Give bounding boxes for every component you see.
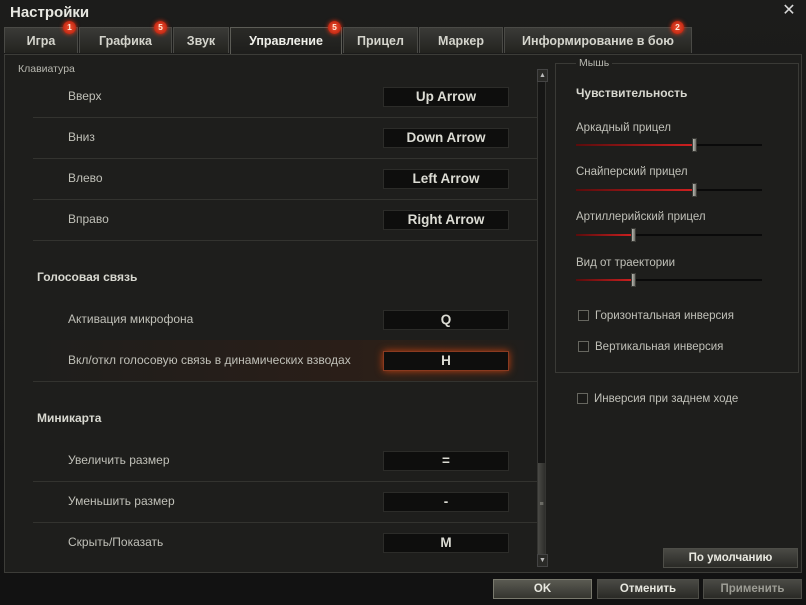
tab-game[interactable]: Игра 1 (4, 21, 78, 53)
keybind-label: Вниз (68, 130, 95, 144)
tab-label: Звук (186, 34, 216, 48)
keybind-label: Вкл/откл голосовую связь в динамических … (68, 353, 351, 367)
keybind-box[interactable]: M (383, 533, 509, 553)
grip-icon: ≡ (539, 501, 544, 508)
keybind-label: Влево (68, 171, 103, 185)
keybind-box[interactable]: H (383, 351, 509, 371)
keyboard-scrollbar[interactable]: ▲ ≡ ▼ (537, 69, 548, 567)
tab-badge: 1 (63, 21, 76, 34)
scroll-down-icon[interactable]: ▼ (537, 554, 548, 567)
keybind-row: Активация микрофона Q (33, 299, 538, 341)
tab-marker[interactable]: Маркер (419, 27, 503, 53)
trajectory-sensitivity-slider[interactable] (576, 273, 762, 287)
keybind-row: Скрыть/Показать M (33, 522, 538, 563)
slider-label: Аркадный прицел (576, 122, 671, 134)
keybind-row: Увеличить размер = (33, 440, 538, 482)
keybind-row: Вверх Up Arrow (33, 76, 538, 118)
tab-battle-notifications[interactable]: Информирование в бою 2 (504, 21, 692, 53)
tab-label: Прицел (357, 34, 404, 48)
keybind-label: Вправо (68, 212, 109, 226)
keybind-box[interactable]: Q (383, 310, 509, 330)
window-title: Настройки (10, 4, 90, 21)
keybind-box[interactable]: - (383, 492, 509, 512)
keybind-row: Вниз Down Arrow (33, 117, 538, 159)
tab-badge: 5 (328, 21, 341, 34)
reverse-inversion-checkbox[interactable]: Инверсия при заднем ходе (577, 393, 738, 405)
artillery-sensitivity-slider[interactable] (576, 228, 762, 242)
keybind-box[interactable]: Right Arrow (383, 210, 509, 230)
slider-label: Снайперский прицел (576, 166, 688, 178)
checkbox-label: Инверсия при заднем ходе (594, 393, 739, 405)
checkbox-box[interactable] (578, 341, 589, 353)
tab-sound[interactable]: Звук (173, 27, 229, 53)
ok-button[interactable]: OK (493, 579, 592, 599)
keybind-label: Активация микрофона (68, 312, 194, 326)
tab-badge: 2 (671, 21, 684, 34)
slider-handle[interactable] (631, 228, 636, 242)
keybind-box[interactable]: Down Arrow (383, 128, 509, 148)
tab-graphics[interactable]: Графика 5 (79, 21, 172, 53)
keybind-row-highlighted: Вкл/откл голосовую связь в динамических … (33, 340, 538, 382)
settings-window: Настройки ✕ Игра 1 Графика 5 Звук Управл… (0, 0, 806, 605)
horizontal-inversion-checkbox[interactable]: Горизонтальная инверсия (578, 310, 734, 322)
sniper-sensitivity-slider[interactable] (576, 183, 762, 197)
slider-label: Артиллерийский прицел (576, 211, 706, 223)
tab-label: Информирование в бою (522, 34, 674, 48)
mouse-panel: Мышь Чувствительность Аркадный прицел Сн… (555, 57, 799, 373)
close-icon[interactable]: ✕ (780, 2, 798, 20)
vertical-inversion-checkbox[interactable]: Вертикальная инверсия (578, 341, 723, 353)
keybind-label: Уменьшить размер (68, 494, 175, 508)
keybind-box[interactable]: Up Arrow (383, 87, 509, 107)
scroll-up-icon[interactable]: ▲ (537, 69, 548, 82)
default-button[interactable]: По умолчанию (663, 548, 798, 568)
tab-label: Графика (98, 34, 153, 48)
keybind-label: Скрыть/Показать (68, 535, 164, 549)
slider-label: Вид от траектории (576, 257, 675, 269)
sensitivity-title: Чувствительность (576, 86, 688, 100)
tab-label: Маркер (438, 34, 484, 48)
keyboard-panel: Клавиатура Вверх Up Arrow Вниз Down Arro… (9, 63, 549, 568)
slider-fill (576, 144, 695, 146)
slider-handle[interactable] (631, 273, 636, 287)
checkbox-label: Вертикальная инверсия (595, 341, 724, 353)
tab-crosshair[interactable]: Прицел (343, 27, 418, 53)
keybind-box[interactable]: = (383, 451, 509, 471)
slider-fill (576, 279, 634, 281)
slider-fill (576, 234, 634, 236)
tab-label: Управление (249, 34, 323, 48)
keybind-row: Уменьшить размер - (33, 481, 538, 523)
cancel-button[interactable]: Отменить (597, 579, 699, 599)
bottom-bar: OK Отменить Применить (0, 575, 806, 605)
keyboard-group-label: Клавиатура (15, 63, 78, 75)
mouse-group-label: Мышь (576, 57, 613, 69)
keybind-row: Влево Left Arrow (33, 158, 538, 200)
apply-button[interactable]: Применить (703, 579, 802, 599)
tab-controls[interactable]: Управление 5 (230, 21, 342, 55)
tab-badge: 5 (154, 21, 167, 34)
slider-fill (576, 189, 695, 191)
keybind-label: Увеличить размер (68, 453, 170, 467)
scroll-thumb[interactable]: ≡ (538, 463, 545, 555)
slider-handle[interactable] (692, 138, 697, 152)
checkbox-box[interactable] (578, 310, 589, 322)
title-bar: Настройки ✕ (0, 0, 806, 24)
checkbox-label: Горизонтальная инверсия (595, 310, 734, 322)
tab-content: Клавиатура Вверх Up Arrow Вниз Down Arro… (4, 54, 802, 573)
minimap-section-title: Миникарта (37, 411, 102, 425)
checkbox-box[interactable] (577, 393, 588, 405)
tab-bar: Игра 1 Графика 5 Звук Управление 5 Прице… (4, 21, 804, 55)
slider-handle[interactable] (692, 183, 697, 197)
tab-label: Игра (26, 34, 56, 48)
keybind-label: Вверх (68, 89, 102, 103)
arcade-sensitivity-slider[interactable] (576, 138, 762, 152)
keybind-row: Вправо Right Arrow (33, 199, 538, 241)
voice-section-title: Голосовая связь (37, 270, 138, 284)
keybind-box[interactable]: Left Arrow (383, 169, 509, 189)
